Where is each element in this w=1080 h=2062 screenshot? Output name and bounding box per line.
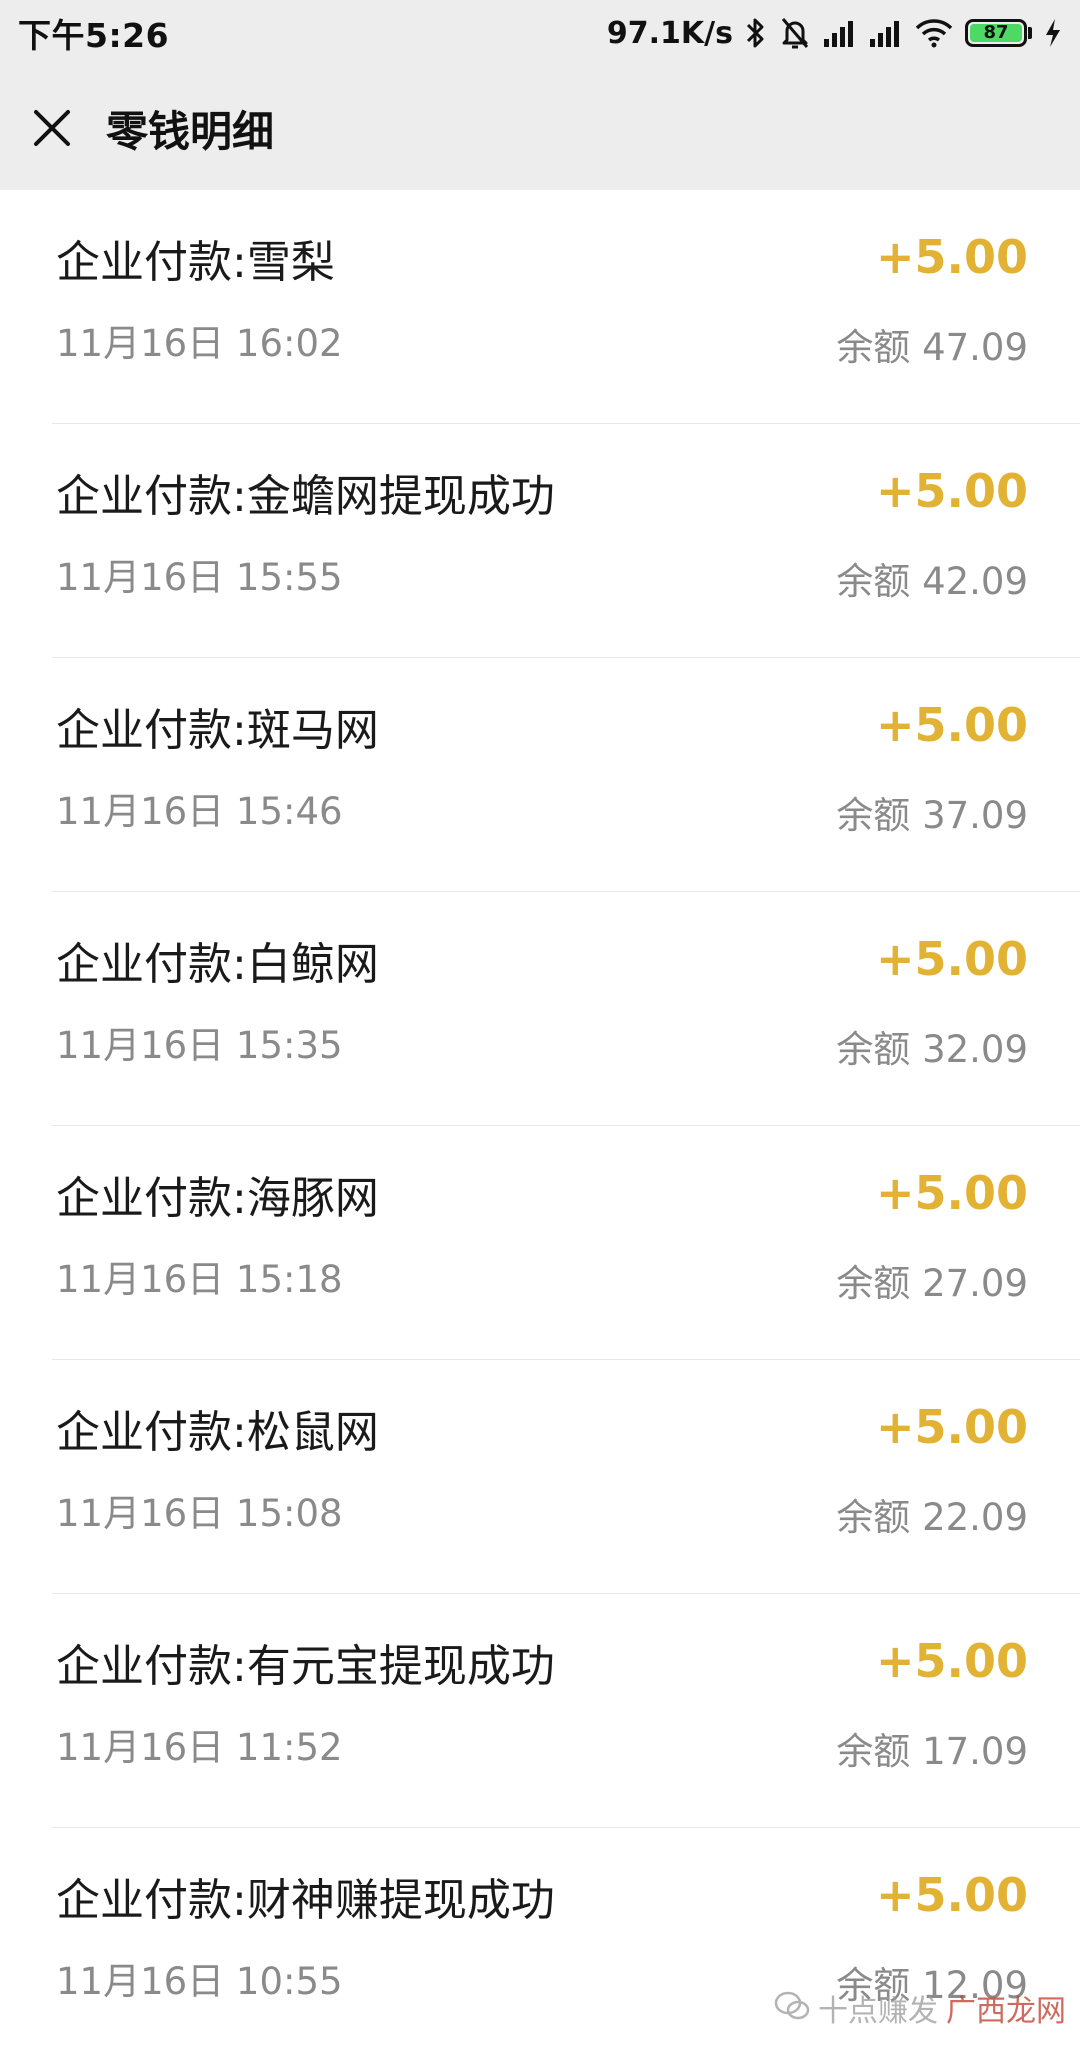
transaction-amount: +5.00 — [876, 1634, 1028, 1688]
transaction-date: 11月16日 16:02 — [56, 313, 343, 367]
transaction-name: 企业付款:白鲸网 — [56, 928, 379, 992]
transaction-name: 企业付款:财神赚提现成功 — [56, 1864, 555, 1928]
status-bar: 下午5:26 97.1K/s — [0, 0, 1080, 66]
transaction-amount: +5.00 — [876, 1400, 1028, 1454]
transaction-name: 企业付款:雪梨 — [56, 226, 335, 290]
transaction-amount: +5.00 — [876, 698, 1028, 752]
transaction-row[interactable]: 企业付款:斑马网 11月16日 15:46 +5.00 余额 37.09 — [52, 658, 1080, 892]
transaction-amount: +5.00 — [876, 464, 1028, 518]
transaction-balance: 余额 32.09 — [836, 1019, 1028, 1073]
transaction-balance: 余额 37.09 — [836, 785, 1028, 839]
transaction-balance: 余额 17.09 — [836, 1721, 1028, 1775]
wifi-icon — [915, 18, 953, 48]
watermark-site: 广西龙网 — [946, 1986, 1066, 2030]
signal-icon — [869, 19, 903, 47]
transaction-date: 11月16日 15:18 — [56, 1249, 343, 1303]
transaction-date: 11月16日 15:08 — [56, 1483, 343, 1537]
transaction-date: 11月16日 15:35 — [56, 1015, 343, 1069]
top-bar: 零钱明细 — [0, 66, 1080, 190]
transaction-row[interactable]: 企业付款:松鼠网 11月16日 15:08 +5.00 余额 22.09 — [52, 1360, 1080, 1594]
transaction-date: 11月16日 11:52 — [56, 1717, 343, 1771]
net-speed: 97.1K/s — [607, 16, 733, 51]
transaction-row[interactable]: 企业付款:雪梨 11月16日 16:02 +5.00 余额 47.09 — [52, 190, 1080, 424]
transaction-date: 11月16日 10:55 — [56, 1951, 343, 2005]
transaction-list: 企业付款:雪梨 11月16日 16:02 +5.00 余额 47.09 企业付款… — [0, 190, 1080, 2062]
transaction-amount: +5.00 — [876, 230, 1028, 284]
transaction-balance: 余额 42.09 — [836, 551, 1028, 605]
transaction-row[interactable]: 企业付款:有元宝提现成功 11月16日 11:52 +5.00 余额 17.09 — [52, 1594, 1080, 1828]
signal-icon — [823, 19, 857, 47]
transaction-name: 企业付款:海豚网 — [56, 1162, 379, 1226]
close-button[interactable] — [22, 98, 82, 158]
charging-icon — [1044, 18, 1062, 48]
battery-icon: 87 — [965, 19, 1032, 47]
transaction-amount: +5.00 — [876, 932, 1028, 986]
battery-level: 87 — [970, 24, 1022, 42]
close-icon — [32, 108, 72, 148]
transaction-balance: 余额 47.09 — [836, 317, 1028, 371]
transaction-name: 企业付款:松鼠网 — [56, 1396, 379, 1460]
transaction-name: 企业付款:斑马网 — [56, 694, 379, 758]
watermark: 十点赚发 广西龙网 — [774, 1986, 1066, 2030]
transaction-amount: +5.00 — [876, 1166, 1028, 1220]
transaction-date: 11月16日 15:46 — [56, 781, 343, 835]
status-time: 下午5:26 — [18, 9, 169, 57]
transaction-row[interactable]: 企业付款:金蟾网提现成功 11月16日 15:55 +5.00 余额 42.09 — [52, 424, 1080, 658]
page-title: 零钱明细 — [106, 98, 274, 159]
status-icons: 97.1K/s — [607, 16, 1062, 51]
mute-bell-icon — [779, 16, 811, 50]
transaction-row[interactable]: 企业付款:海豚网 11月16日 15:18 +5.00 余额 27.09 — [52, 1126, 1080, 1360]
transaction-date: 11月16日 15:55 — [56, 547, 343, 601]
transaction-balance: 余额 27.09 — [836, 1253, 1028, 1307]
bluetooth-icon — [745, 16, 767, 50]
transaction-name: 企业付款:金蟾网提现成功 — [56, 460, 555, 524]
transaction-name: 企业付款:有元宝提现成功 — [56, 1630, 555, 1694]
wechat-logo-icon — [774, 1990, 810, 2026]
watermark-text: 十点赚发 — [818, 1986, 938, 2030]
transaction-balance: 余额 22.09 — [836, 1487, 1028, 1541]
transaction-row[interactable]: 企业付款:白鲸网 11月16日 15:35 +5.00 余额 32.09 — [52, 892, 1080, 1126]
transaction-amount: +5.00 — [876, 1868, 1028, 1922]
